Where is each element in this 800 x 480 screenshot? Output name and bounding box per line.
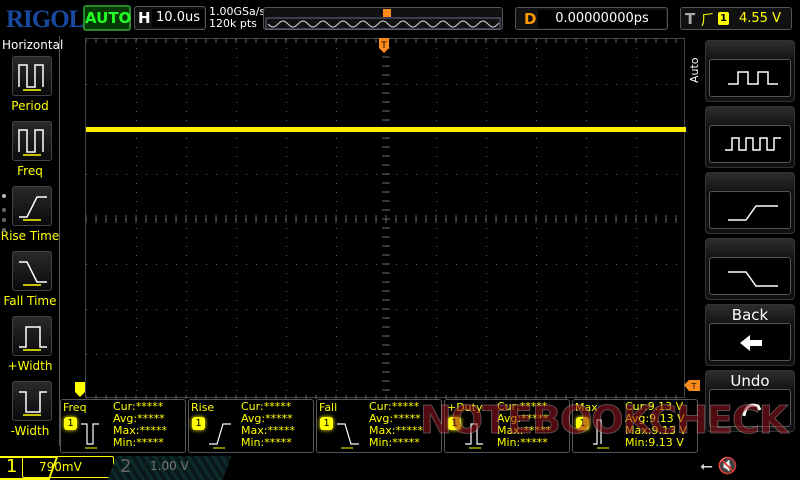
channel1-number[interactable]: 1 [6, 456, 17, 477]
auto-tab[interactable]: Auto [688, 40, 704, 100]
min-value: Min:***** [241, 436, 292, 449]
page-indicator-dot [2, 208, 6, 212]
softkey-menu: Back Undo [705, 40, 800, 450]
channel-badge: 1 [64, 417, 77, 430]
trigger-channel-badge: 1 [718, 12, 729, 25]
softkey-label: Undo [730, 372, 770, 390]
waveform-grid[interactable] [85, 38, 686, 399]
measure-button-freq[interactable] [12, 121, 52, 161]
measure-label: +Width [7, 359, 53, 373]
measurement-name: Freq [63, 401, 87, 414]
channel-badge: 1 [320, 417, 333, 430]
measure-label: Period [11, 99, 49, 113]
channel1-trace [86, 127, 686, 132]
measurement-rise[interactable]: Rise 1 Cur:***** Avg:***** Max:***** Min:****… [188, 399, 314, 453]
measurement-name: Fall [319, 401, 338, 414]
min-value: Min:***** [113, 436, 164, 449]
trigger-position-marker-top[interactable]: T [378, 38, 390, 54]
acquisition-info: 1.00GSa/s 120k pts [209, 6, 265, 30]
min-value: Min:***** [369, 436, 420, 449]
overview-sine [267, 20, 500, 28]
memory-depth: 120k pts [209, 17, 257, 30]
softkey-back[interactable]: Back [705, 304, 795, 366]
trigger-level: 4.55 V [739, 11, 781, 26]
delay-display[interactable]: D 0.00000000ps [515, 7, 668, 30]
measurement-name: Rise [191, 401, 215, 414]
trigger-key: T [685, 10, 696, 28]
negative-width-icon [19, 391, 47, 416]
channel1-scale[interactable]: 790mV [22, 456, 114, 478]
timebase-key: H [138, 9, 151, 27]
period-icon [18, 64, 44, 91]
measure-button-period[interactable] [12, 56, 52, 96]
speaker-muted-icon[interactable]: 🔇 [718, 456, 738, 475]
auto-multi-period-icon [725, 137, 781, 151]
timebase-value: 10.0us [152, 9, 204, 27]
graticule [85, 38, 686, 399]
softkey-3[interactable] [705, 172, 795, 234]
measure-button-fall-time[interactable] [12, 251, 52, 291]
channel2-number[interactable]: 2 [120, 456, 131, 477]
delay-value: 0.00000000ps [538, 10, 666, 28]
watermark: NOTEBOOKCHECK [419, 398, 788, 443]
fall-time-icon [19, 261, 47, 286]
page-indicator-dot [2, 228, 6, 232]
measure-label: Rise Time [0, 229, 60, 243]
measurement-freq-icon [81, 423, 99, 449]
measure-label: Freq [17, 164, 43, 178]
measure-button-rise-time[interactable] [12, 186, 52, 226]
svg-text:T: T [380, 41, 387, 51]
measurement-values: Cur:***** Avg:***** Max:***** Min:***** [241, 401, 295, 449]
measure-button--width[interactable] [12, 381, 52, 421]
measurement-values: Cur:***** Avg:***** Max:***** Min:***** [369, 401, 423, 449]
menu-title: Horizontal [2, 38, 64, 52]
page-indicator-dot [2, 218, 6, 222]
memory-overview-bar[interactable] [263, 7, 503, 30]
measure-label: -Width [10, 424, 50, 438]
run-mode-auto-button[interactable]: AUTO [83, 5, 131, 31]
softkey-1[interactable] [705, 40, 795, 102]
measure-button--width[interactable] [12, 316, 52, 356]
back-arrow-icon [740, 335, 762, 351]
frequency-icon [18, 129, 44, 156]
channel2-scale[interactable]: 1.00 V [150, 459, 189, 473]
rise-time-icon [19, 196, 47, 221]
auto-period-icon [728, 71, 778, 85]
rising-edge-icon: ⺁ [701, 13, 715, 29]
delay-key: D [524, 10, 537, 28]
page-indicator-dot [2, 194, 6, 198]
rigol-logo: RIGOL [6, 6, 85, 33]
svg-text:T: T [691, 382, 697, 391]
trigger-position-marker [383, 9, 391, 17]
timebase-display[interactable]: H 10.0us [134, 6, 206, 30]
view-window [265, 17, 501, 30]
auto-rise-icon [728, 205, 778, 221]
measurement-freq[interactable]: Freq 1 Cur:***** Avg:***** Max:***** Min:****… [60, 399, 186, 453]
usb-icon: ⭠ [700, 456, 713, 475]
trigger-display[interactable]: T ⺁ 1 4.55 V [680, 7, 792, 30]
auto-fall-icon [728, 271, 778, 287]
measurement-rise-icon [209, 423, 231, 449]
trigger-level-marker[interactable]: T [684, 380, 700, 391]
positive-width-icon [19, 326, 47, 351]
measurement-values: Cur:***** Avg:***** Max:***** Min:***** [113, 401, 167, 449]
softkey-4[interactable] [705, 238, 795, 300]
softkey-2[interactable] [705, 106, 795, 168]
status-icons: ⭠ 🔇 [700, 456, 738, 476]
softkey-label: Back [731, 306, 769, 324]
channel1-ground-marker[interactable] [74, 382, 86, 398]
measure-label: Fall Time [3, 294, 57, 308]
memory-overview-waveform [265, 9, 501, 30]
measurement-fall-icon [337, 423, 359, 449]
channel-badge: 1 [192, 417, 205, 430]
horizontal-measure-menu: Horizontal Period Freq Rise Time Fall Time +… [0, 36, 64, 446]
